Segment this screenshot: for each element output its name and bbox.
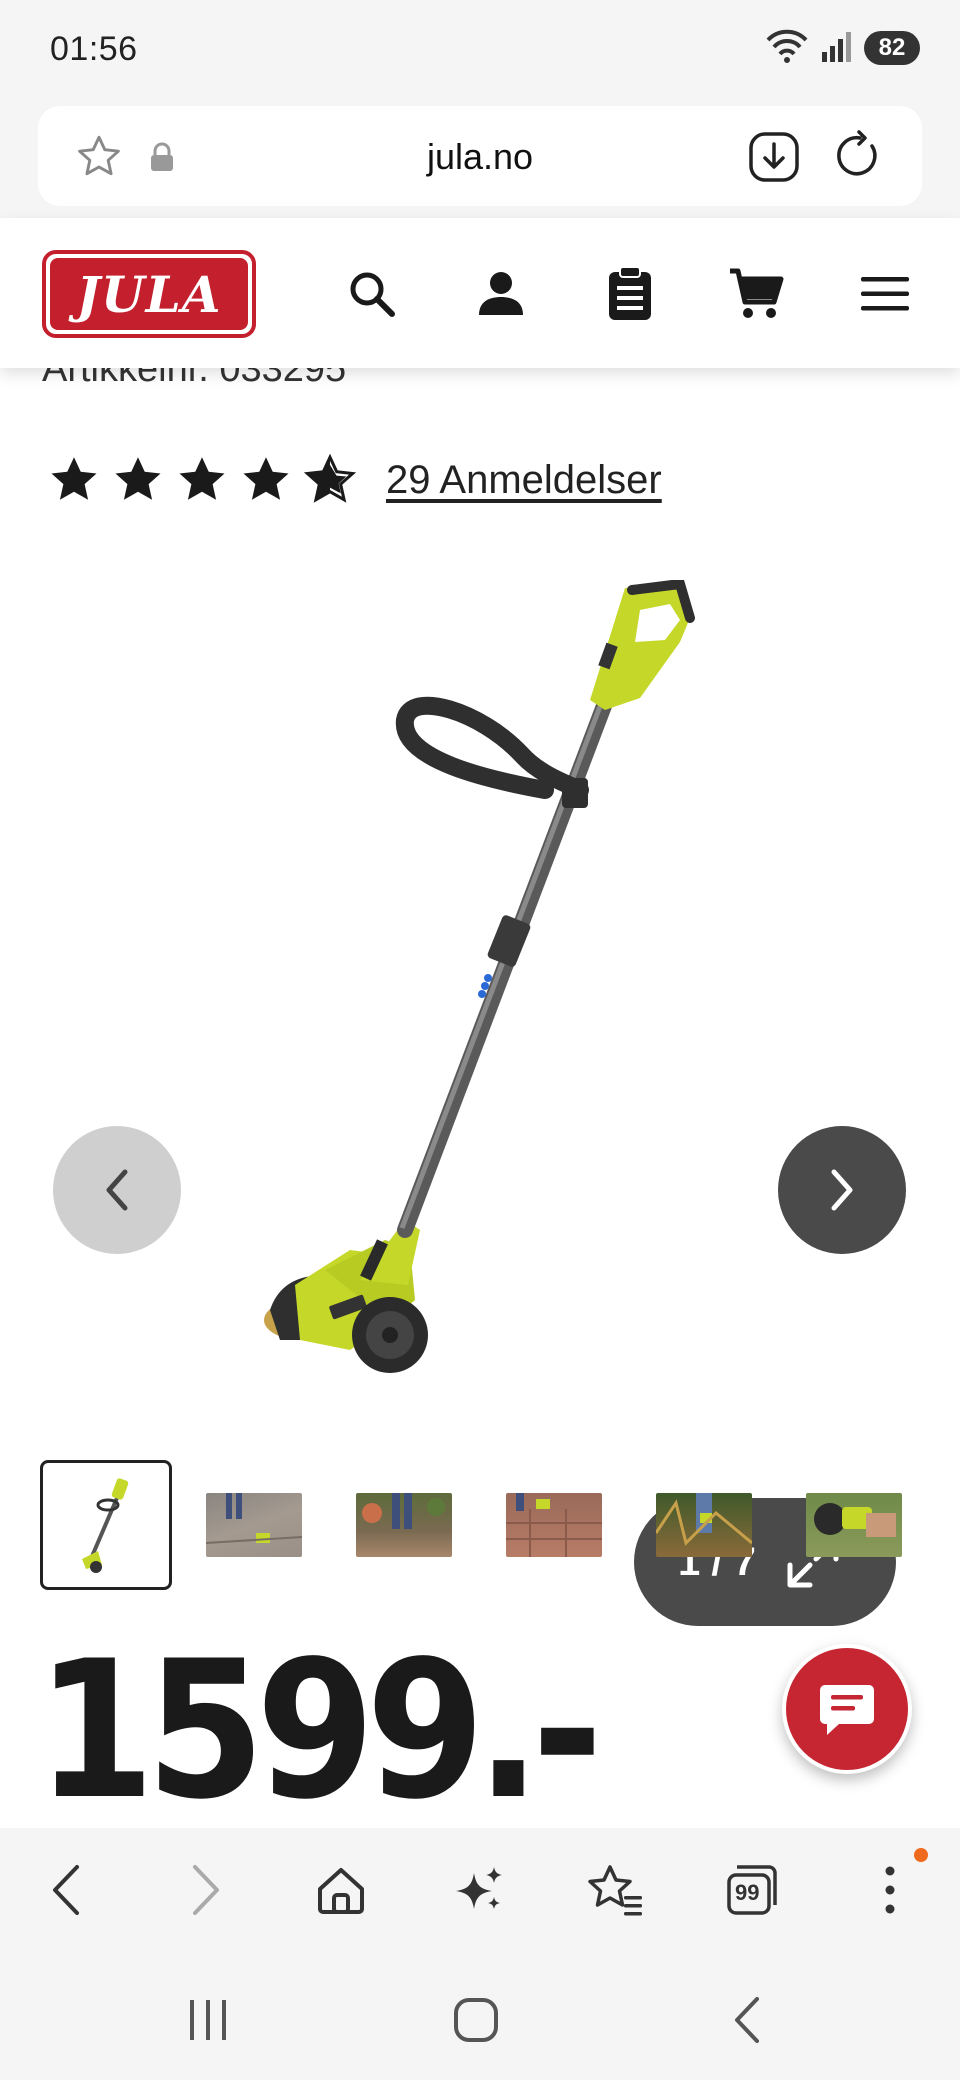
ai-sparkle-icon[interactable] bbox=[447, 1858, 511, 1922]
thumbnail-item[interactable] bbox=[40, 1460, 172, 1590]
star-icon bbox=[243, 457, 289, 500]
search-icon[interactable] bbox=[342, 264, 402, 324]
reload-icon[interactable] bbox=[832, 130, 884, 187]
product-page: Artikkelnr. 033295 29 Anmeldelser 1 / 7 … bbox=[0, 368, 960, 1828]
account-icon[interactable] bbox=[471, 264, 531, 324]
rating-stars bbox=[48, 454, 356, 506]
recents-icon[interactable] bbox=[178, 1990, 238, 2050]
thumbnail-item[interactable] bbox=[656, 1493, 752, 1557]
more-icon[interactable] bbox=[858, 1858, 922, 1922]
notification-dot bbox=[914, 1848, 928, 1862]
battery-icon: 82 bbox=[864, 31, 920, 65]
gallery-prev-button[interactable] bbox=[53, 1126, 181, 1254]
browser-address-area: jula.no bbox=[0, 100, 960, 218]
home-icon[interactable] bbox=[309, 1858, 373, 1922]
thumbnail-item[interactable] bbox=[356, 1493, 452, 1557]
status-time: 01:56 bbox=[50, 30, 138, 68]
thumbnail-strip bbox=[40, 1460, 956, 1590]
thumbnail-item[interactable] bbox=[206, 1493, 302, 1557]
shopping-list-icon[interactable] bbox=[600, 264, 660, 324]
download-icon[interactable] bbox=[748, 131, 800, 188]
star-half-icon bbox=[304, 454, 356, 503]
chat-icon bbox=[820, 1685, 874, 1735]
cart-icon[interactable] bbox=[726, 264, 786, 324]
wifi-icon bbox=[764, 28, 810, 69]
tabs-icon[interactable]: 99 bbox=[720, 1858, 784, 1922]
product-gallery: 1 / 7 bbox=[0, 568, 960, 1626]
status-icons: 82 bbox=[764, 28, 920, 68]
home-circle-icon[interactable] bbox=[446, 1990, 506, 2050]
thumbnail-item[interactable] bbox=[806, 1493, 902, 1557]
android-nav-bar bbox=[0, 1950, 960, 2080]
star-icon bbox=[51, 457, 97, 500]
tabs-count: 99 bbox=[735, 1880, 760, 1905]
logo-text: JULA bbox=[76, 264, 222, 324]
rating-row: 29 Anmeldelser bbox=[48, 450, 662, 510]
product-price: 1599.- bbox=[36, 1620, 603, 1828]
site-header: JULA bbox=[0, 218, 960, 368]
product-image[interactable] bbox=[240, 580, 720, 1420]
chat-button[interactable] bbox=[782, 1644, 912, 1774]
menu-icon[interactable] bbox=[855, 264, 915, 324]
signal-icon bbox=[822, 30, 852, 67]
status-bar: 01:56 82 bbox=[0, 0, 960, 100]
browser-toolbar: 99 bbox=[0, 1828, 960, 1950]
back-icon[interactable] bbox=[34, 1858, 98, 1922]
address-bar[interactable]: jula.no bbox=[38, 106, 922, 206]
thumbnail-item[interactable] bbox=[506, 1493, 602, 1557]
back-chevron-icon[interactable] bbox=[716, 1990, 776, 2050]
reviews-link[interactable]: 29 Anmeldelser bbox=[386, 458, 662, 503]
chevron-left-icon bbox=[106, 1169, 128, 1211]
star-icon bbox=[179, 457, 225, 500]
chevron-right-icon bbox=[831, 1169, 853, 1211]
bookmarks-icon[interactable] bbox=[584, 1858, 648, 1922]
article-number: Artikkelnr. 033295 bbox=[42, 368, 347, 390]
forward-icon[interactable] bbox=[174, 1858, 238, 1922]
star-icon bbox=[115, 457, 161, 500]
gallery-next-button[interactable] bbox=[778, 1126, 906, 1254]
jula-logo[interactable]: JULA bbox=[42, 250, 256, 338]
